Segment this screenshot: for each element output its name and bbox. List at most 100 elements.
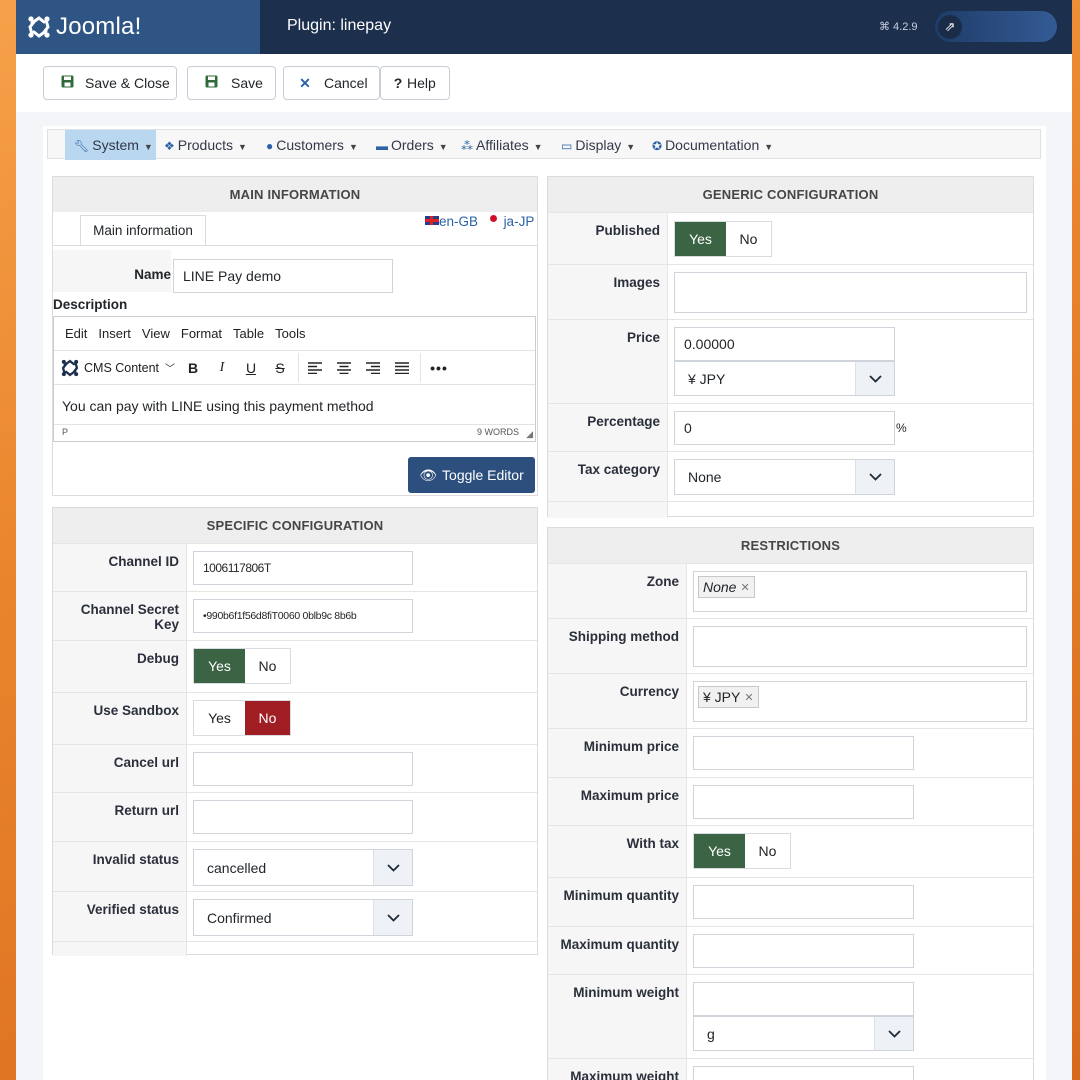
specific-configuration-panel: SPECIFIC CONFIGURATION Channel ID 100611… [52,507,538,956]
max-qty-row: Maximum quantity [548,926,1033,975]
with-tax-label: With tax [548,826,687,878]
currency-label: Currency [548,674,687,729]
max-qty-input[interactable] [693,934,914,968]
align-justify-button[interactable] [391,351,413,384]
min-weight-input[interactable] [693,982,914,1016]
joomla-logo[interactable]: Joomla! [16,0,260,54]
lang-en-gb[interactable]: en-GB [439,214,478,229]
channel-secret-input[interactable]: •990b6f1f56d8fiT0060 0blb9c 8b6b [193,599,413,633]
save-button[interactable]: Save [187,66,276,100]
remove-tag-icon[interactable]: ✕ [740,581,749,594]
price-currency-select[interactable]: ¥ JPY [674,361,895,396]
users-icon: ⁂ [461,139,473,153]
currency-multiselect[interactable]: ¥ JPY ✕ [693,681,1027,722]
editor-menu-table[interactable]: Table [233,326,264,341]
name-input[interactable]: LINE Pay demo [173,259,393,293]
strikethrough-button[interactable]: S [269,351,291,384]
with-tax-yes-option[interactable]: Yes [694,834,745,868]
max-price-row: Maximum price [548,777,1033,826]
max-price-input[interactable] [693,785,914,819]
images-row: Images [548,264,1033,320]
tax-category-row: Tax category None [548,451,1033,502]
debug-label: Debug [53,641,187,693]
images-field[interactable] [674,272,1027,313]
align-right-button[interactable] [362,351,384,384]
editor-menu-format[interactable]: Format [181,326,222,341]
debug-no-option[interactable]: No [245,649,290,683]
joomla-icon [61,359,79,376]
zone-tag: None ✕ [698,576,755,598]
save-close-button[interactable]: Save & Close [43,66,177,100]
editor-menu-view[interactable]: View [142,326,170,341]
chevron-down-icon [373,900,412,935]
tab-main-information[interactable]: Main information [80,215,206,246]
save-close-label: Save & Close [85,75,170,91]
max-weight-input[interactable] [693,1066,914,1080]
sandbox-yes-option[interactable]: Yes [194,701,245,735]
resize-handle-icon[interactable]: ◢ [526,429,533,440]
underline-button[interactable]: U [240,351,262,384]
published-no-option[interactable]: No [726,222,771,256]
lang-ja-jp[interactable]: ja-JP [504,214,535,229]
editor-content[interactable]: You can pay with LINE using this payment… [54,385,535,427]
eye-icon: 👁︎ [419,466,438,483]
menu-affiliates[interactable]: ⁂ Affiliates ▼ [461,130,543,160]
cms-content-dropdown[interactable]: CMS Content ﹀ [60,351,178,384]
debug-yes-option[interactable]: Yes [194,649,245,683]
invalid-status-label: Invalid status [53,842,187,892]
sandbox-label: Use Sandbox [53,693,187,745]
cancel-url-input[interactable] [193,752,413,786]
min-weight-unit-select[interactable]: g [693,1016,914,1051]
channel-id-input[interactable]: 1006117806T [193,551,413,585]
close-icon: ✕ [299,74,311,91]
editor-menu-insert[interactable]: Insert [98,326,131,341]
japan-flag-icon [489,215,497,222]
sandbox-no-option[interactable]: No [245,701,290,735]
align-left-button[interactable] [304,351,326,384]
channel-id-row: Channel ID 1006117806T [53,543,537,592]
return-url-input[interactable] [193,800,413,834]
price-row: Price 0.00000 ¥ JPY [548,319,1033,404]
price-label: Price [548,320,668,404]
invalid-status-row: Invalid status cancelled [53,841,537,892]
caret-down-icon: ▼ [764,142,774,152]
editor-menu-tools[interactable]: Tools [275,326,305,341]
toolbar-separator [420,353,421,382]
remove-tag-icon[interactable]: ✕ [744,691,753,704]
view-site-button[interactable]: ⇗ [935,11,1057,42]
price-input[interactable]: 0.00000 [674,327,895,361]
cancel-button[interactable]: ✕ Cancel [283,66,380,100]
editor-menu-edit[interactable]: Edit [65,326,87,341]
menu-documentation[interactable]: ✪ Documentation ▼ [652,130,773,160]
invalid-status-select[interactable]: cancelled [193,849,413,886]
min-qty-input[interactable] [693,885,914,919]
more-options-icon[interactable]: ••• [426,351,452,384]
invalid-status-value: cancelled [207,859,267,876]
toggle-editor-button[interactable]: 👁︎ Toggle Editor [408,457,535,493]
menu-orders[interactable]: ▬ Orders ▼ [376,130,448,160]
uk-flag-icon [425,216,439,225]
bold-button[interactable]: B [182,351,204,384]
panel-footer-row [548,501,1033,518]
content-area: 🔧︎ System ▼ ❖ Products ▼ ● Customers ▼ ▬ Orders… [43,126,1046,1080]
channel-id-label: Channel ID [53,544,187,592]
published-yes-option[interactable]: Yes [675,222,726,256]
menu-display[interactable]: ▭ Display ▼ [561,130,635,160]
shipping-method-multiselect[interactable] [693,626,1027,667]
italic-button[interactable]: I [211,351,233,384]
menu-system[interactable]: 🔧︎ System ▼ [65,130,156,160]
chevron-down-icon [874,1017,913,1050]
align-center-button[interactable] [333,351,355,384]
percentage-input[interactable]: 0 [674,411,895,445]
verified-status-select[interactable]: Confirmed [193,899,413,936]
zone-row: Zone None ✕ [548,563,1033,619]
published-label: Published [548,213,668,265]
menu-customers[interactable]: ● Customers ▼ [266,130,358,160]
zone-multiselect[interactable]: None ✕ [693,571,1027,612]
restrictions-panel: RESTRICTIONS Zone None ✕ Shipping method … [547,527,1034,1080]
tax-category-select[interactable]: None [674,459,895,495]
menu-products[interactable]: ❖ Products ▼ [164,130,247,160]
help-button[interactable]: ? Help [380,66,450,100]
min-price-input[interactable] [693,736,914,770]
with-tax-no-option[interactable]: No [745,834,790,868]
